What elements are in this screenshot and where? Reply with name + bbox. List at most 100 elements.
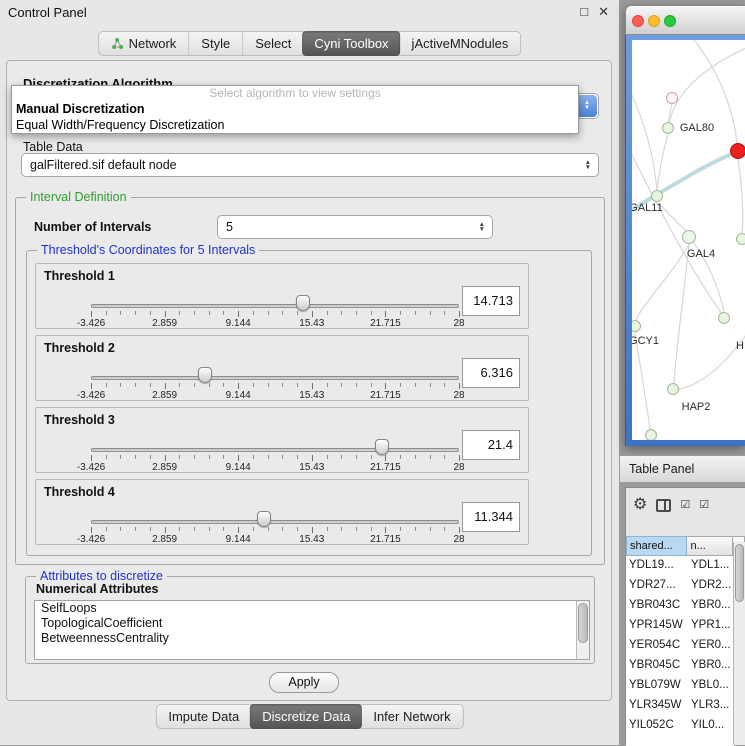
table-row[interactable]: YIL052C YIL0... <box>626 716 734 736</box>
threshold-value-field[interactable]: 14.713 <box>462 286 520 316</box>
table-row[interactable]: YBR045C YBR0... <box>626 656 734 676</box>
network-node[interactable] <box>666 92 678 104</box>
table-cell-shared-name: YDR27... <box>626 576 688 596</box>
threshold-slider[interactable]: -3.4262.8599.14415.4321.71528 <box>91 264 459 330</box>
table-row[interactable]: YPR145W YPR1... <box>626 616 734 636</box>
tab-style[interactable]: Style <box>188 32 242 55</box>
threshold-value-field[interactable]: 11.344 <box>462 502 520 532</box>
network-node[interactable] <box>682 230 696 244</box>
column-header-shared-name[interactable]: shared... <box>626 536 687 556</box>
slider-scale: -3.4262.8599.14415.4321.71528 <box>91 390 459 401</box>
slider-track[interactable] <box>91 376 459 380</box>
table-toolbar-gap <box>626 522 745 536</box>
table-row[interactable]: YER054C YER0... <box>626 636 734 656</box>
stepper-down-icon: ▼ <box>584 106 590 111</box>
tab-select[interactable]: Select <box>242 32 303 55</box>
slider-track[interactable] <box>91 448 459 452</box>
table-row[interactable]: YLR345W YLR3... <box>626 696 734 716</box>
algorithm-option[interactable]: Manual Discretization <box>12 101 578 117</box>
tab-jactivemnodules[interactable]: jActiveMNodules <box>400 32 521 55</box>
control-panel-window: Control Panel □ ✕ Network Style SelectCyni… <box>0 0 619 745</box>
network-node[interactable] <box>645 429 657 440</box>
tab-label: Style <box>201 36 230 51</box>
table-cell-name: YBR0... <box>688 656 734 676</box>
attribute-item[interactable]: TopologicalCoefficient <box>35 616 589 631</box>
table-cell-name: YDL1... <box>688 556 734 576</box>
threshold-slider[interactable]: -3.4262.8599.14415.4321.71528 <box>91 480 459 546</box>
close-traffic-icon[interactable] <box>632 15 644 27</box>
network-node[interactable] <box>736 233 745 245</box>
cyni-toolbox-panel: Discretization Algorithm ▲ ▼ Select algo… <box>6 60 612 701</box>
table-cell-name: YDR2... <box>688 576 734 596</box>
tab-cyni-toolbox[interactable]: Cyni Toolbox <box>302 31 400 56</box>
scrollbar-thumb[interactable] <box>735 544 744 602</box>
scrollbar-thumb[interactable] <box>578 603 588 643</box>
table-row[interactable]: YBL079W YBL0... <box>626 676 734 696</box>
slider-thumb[interactable] <box>198 367 212 383</box>
slider-track[interactable] <box>91 304 459 308</box>
network-canvas[interactable]: GAL80GAL11GAL4GCY1HAP2H <box>632 40 745 440</box>
combo-stepper-icon[interactable]: ▲ ▼ <box>479 222 485 232</box>
slider-ticks <box>91 311 459 318</box>
number-of-intervals-combo[interactable]: 5 ▲ ▼ <box>217 215 493 239</box>
algorithm-option[interactable]: Equal Width/Frequency Discretization <box>12 117 578 133</box>
columns-icon[interactable] <box>656 499 671 512</box>
tab-impute-data[interactable]: Impute Data <box>156 705 251 728</box>
tab-discretize-data[interactable]: Discretize Data <box>250 704 362 729</box>
zoom-traffic-icon[interactable] <box>664 15 676 27</box>
tab-network[interactable]: Network <box>99 32 189 55</box>
gear-icon[interactable]: ⚙ <box>633 497 647 513</box>
network-node[interactable] <box>651 190 663 202</box>
scale-label: 21.715 <box>370 534 401 545</box>
table-data-combo[interactable]: galFiltered.sif default node ▲ ▼ <box>21 153 599 177</box>
window-buttons: □ ✕ <box>580 4 609 20</box>
network-node[interactable] <box>662 122 674 134</box>
scale-label: 9.144 <box>226 462 251 473</box>
select-all-checkbox-icon[interactable]: ☑ <box>680 499 690 511</box>
table-row[interactable]: YBR043C YBR0... <box>626 596 734 616</box>
select-column-checkbox-icon[interactable]: ☑ <box>699 499 709 511</box>
network-node[interactable] <box>730 143 745 159</box>
float-window-icon[interactable]: □ <box>580 4 588 20</box>
tab-label: Impute Data <box>168 709 239 724</box>
scale-label: 15.43 <box>299 462 324 473</box>
threshold-slider[interactable]: -3.4262.8599.14415.4321.71528 <box>91 336 459 402</box>
threshold-panel: Threshold 4 -3.4262.8599.14415.4321.7152… <box>35 479 529 545</box>
network-node[interactable] <box>718 312 730 324</box>
scale-label: 9.144 <box>226 390 251 401</box>
column-header-name[interactable]: n... <box>687 536 733 556</box>
table-row[interactable]: YDR27... YDR2... <box>626 576 734 596</box>
network-node[interactable] <box>667 383 679 395</box>
table-cell-shared-name: YDL19... <box>626 556 688 576</box>
attribute-item[interactable]: SelfLoops <box>35 601 589 616</box>
slider-thumb[interactable] <box>375 439 389 455</box>
scale-label: 15.43 <box>299 534 324 545</box>
slider-track[interactable] <box>91 520 459 524</box>
number-of-intervals-label: Number of Intervals <box>34 220 151 234</box>
stepper-down-icon: ▼ <box>479 227 485 232</box>
threshold-slider[interactable]: -3.4262.8599.14415.4321.71528 <box>91 408 459 474</box>
attribute-item[interactable]: BetweennessCentrality <box>35 631 589 646</box>
table-scrollbar[interactable] <box>733 542 745 745</box>
close-window-icon[interactable]: ✕ <box>598 4 609 20</box>
attributes-scrollbar[interactable] <box>576 601 589 659</box>
network-window-titlebar[interactable] <box>625 5 745 35</box>
slider-thumb[interactable] <box>257 511 271 527</box>
table-panel-window: ⚙ ☑ ☑ shared... n... YDL19... YDL1... YD… <box>625 487 745 745</box>
algorithm-dropdown-popup: Select algorithm to view settings Manual… <box>11 85 579 134</box>
threshold-value-field[interactable]: 6.316 <box>462 358 520 388</box>
slider-thumb[interactable] <box>296 295 310 311</box>
scale-label: 21.715 <box>370 462 401 473</box>
stepper-down-icon: ▼ <box>585 165 591 170</box>
minimize-traffic-icon[interactable] <box>648 15 660 27</box>
threshold-value-field[interactable]: 21.4 <box>462 430 520 460</box>
combo-stepper-icon[interactable]: ▲ ▼ <box>577 95 597 117</box>
control-panel-titlebar: Control Panel □ ✕ <box>0 0 619 26</box>
tab-infer-network[interactable]: Infer Network <box>361 705 462 728</box>
scale-label: -3.426 <box>77 390 105 401</box>
apply-button[interactable]: Apply <box>269 672 339 693</box>
combo-stepper-icon[interactable]: ▲ ▼ <box>585 160 591 170</box>
table-column-headers: shared... n... <box>626 536 745 556</box>
table-row[interactable]: YDL19... YDL1... <box>626 556 734 576</box>
scale-label: 2.859 <box>152 318 177 329</box>
